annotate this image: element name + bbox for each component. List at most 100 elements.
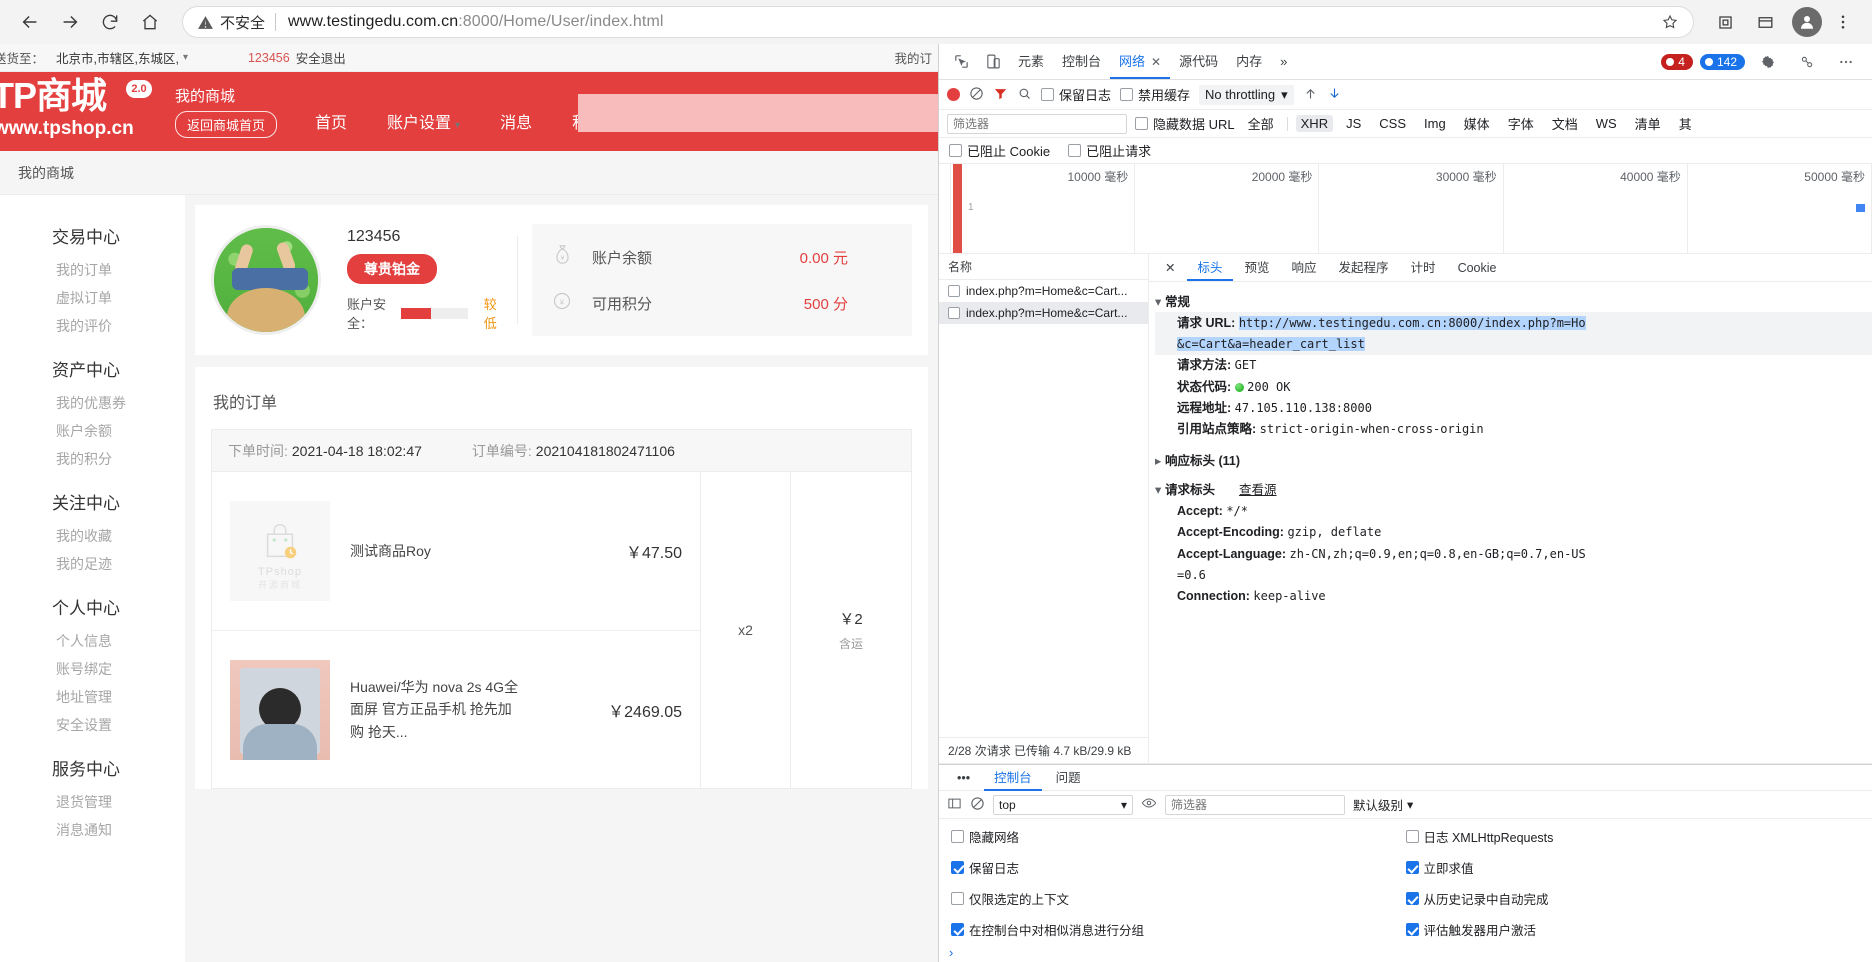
product-name[interactable]: 测试商品Roy [330,540,542,562]
filter-type-xhr[interactable]: XHR [1295,115,1334,132]
setting-user-activation[interactable]: 评估触发器用户激活 [1405,920,1861,939]
tab-sources[interactable]: 源代码 [1170,45,1227,79]
download-icon[interactable] [1327,86,1342,104]
sidebar-item-personal-info[interactable]: 个人信息 [0,627,185,655]
blocked-requests-checkbox[interactable]: 已阻止请求 [1068,141,1151,160]
sidebar-item-my-favorites[interactable]: 我的收藏 [0,522,185,550]
setting-preserve-log[interactable]: 保留日志 [951,858,1406,877]
avatar[interactable] [211,225,321,335]
nav-item-home[interactable]: 首页 [315,109,347,133]
filter-type-ws[interactable]: WS [1591,115,1622,132]
nav-item-account-settings[interactable]: 账户设置 ▾ [387,109,460,133]
sidebar-item-my-orders[interactable]: 我的订单 [0,256,185,284]
sidebar-item-account-balance[interactable]: 账户余额 [0,417,185,445]
forward-arrow-icon[interactable] [50,5,90,39]
sidebar-item-my-footprints[interactable]: 我的足迹 [0,550,185,578]
filter-type-media[interactable]: 媒体 [1459,113,1495,134]
filter-icon[interactable] [993,86,1008,104]
view-source-link[interactable]: 查看源 [1239,483,1277,497]
product-thumbnail-placeholder[interactable]: TPshop 开源商城 [230,501,330,601]
sidebar-item-account-binding[interactable]: 账号绑定 [0,655,185,683]
detail-tab-cookie[interactable]: Cookie [1448,255,1507,281]
home-icon[interactable] [130,5,170,39]
topbar-my-order[interactable]: 我的订 [894,48,932,67]
detail-tab-response[interactable]: 响应 [1282,255,1327,281]
throttling-select[interactable]: No throttling ▾ [1199,84,1294,105]
product-name[interactable]: Huawei/华为 nova 2s 4G全面屏 官方正品手机 抢先加购 抢天..… [330,676,542,743]
drawer-tab-console[interactable]: 控制台 [984,765,1042,791]
device-toolbar-icon[interactable] [977,48,1009,76]
request-checkbox[interactable] [948,285,960,297]
close-icon[interactable]: ✕ [1155,255,1185,281]
list-item[interactable]: index.php?m=Home&c=Cart... [939,302,1148,324]
network-timeline-overview[interactable]: 1 10000 毫秒 20000 毫秒 30000 毫秒 40000 毫秒 50… [939,164,1872,254]
error-count-badge[interactable]: 4 [1661,53,1693,70]
setting-hide-network[interactable]: 隐藏网络 [951,827,1406,846]
back-arrow-icon[interactable] [10,5,50,39]
sidebar-item-address-management[interactable]: 地址管理 [0,683,185,711]
topbar-username[interactable]: 123456 [248,51,290,65]
hide-data-urls-checkbox[interactable]: 隐藏数据 URL [1135,114,1235,133]
ship-to-city[interactable]: 北京市,市辖区,东城区, [56,48,179,67]
console-context-select[interactable]: top ▾ [993,794,1133,815]
detail-tab-preview[interactable]: 预览 [1235,255,1280,281]
console-sidebar-icon[interactable] [947,796,962,814]
product-thumbnail-photo[interactable] [230,659,330,760]
setting-autocomplete-history[interactable]: 从历史记录中自动完成 [1405,889,1861,908]
network-filter-input[interactable] [947,113,1127,134]
sidebar-item-my-reviews[interactable]: 我的评价 [0,312,185,340]
blocked-cookies-checkbox[interactable]: 已阻止 Cookie [949,141,1050,160]
filter-type-css[interactable]: CSS [1374,115,1411,132]
eye-icon[interactable] [1141,795,1157,814]
more-horizontal-icon[interactable]: ••• [947,765,980,791]
dock-side-icon[interactable] [1791,48,1823,76]
omnibox-actions[interactable] [1661,13,1679,31]
sidebar-item-message-notification[interactable]: 消息通知 [0,816,185,844]
setting-log-xhr[interactable]: 日志 XMLHttpRequests [1405,827,1861,846]
setting-group-similar[interactable]: 在控制台中对相似消息进行分组 [951,920,1406,939]
drawer-tab-issues[interactable]: 问题 [1046,765,1091,791]
more-vertical-icon[interactable] [1824,5,1862,39]
setting-selected-context-only[interactable]: 仅限选定的上下文 [951,889,1406,908]
site-logo[interactable]: TP商城 2.0 www.tpshop.cn [0,72,175,151]
detail-tab-headers[interactable]: 标头 [1187,255,1233,281]
clear-icon[interactable] [969,86,984,104]
message-count-badge[interactable]: 142 [1699,53,1745,70]
back-to-mall-button[interactable]: 返回商城首页 [175,111,278,138]
console-filter-input[interactable] [1165,794,1345,815]
close-icon[interactable]: ✕ [1151,55,1161,69]
setting-eager-eval[interactable]: 立即求值 [1405,858,1861,877]
sidebar-item-return-management[interactable]: 退货管理 [0,788,185,816]
clear-console-icon[interactable] [970,796,985,814]
sidebar-item-virtual-orders[interactable]: 虚拟订单 [0,284,185,312]
gear-icon[interactable] [1752,48,1784,76]
reload-icon[interactable] [90,5,130,39]
request-headers-section[interactable]: ▾ 请求标头 查看源 [1155,479,1872,498]
collections-icon[interactable] [1706,5,1744,39]
tab-overflow-icon[interactable]: » [1271,45,1296,79]
filter-type-manifest[interactable]: 清单 [1630,113,1666,134]
filter-type-all[interactable]: 全部 [1243,113,1279,134]
search-input[interactable] [578,94,938,132]
disable-cache-checkbox[interactable]: 禁用缓存 [1120,85,1190,104]
tab-network[interactable]: 网络 ✕ [1110,45,1171,79]
address-bar[interactable]: 不安全 www.testingedu.com.cn:8000/Home/User… [182,6,1694,38]
general-section-header[interactable]: ▾ 常规 [1155,291,1872,310]
response-headers-section[interactable]: ▸ 响应标头 (11) [1155,450,1872,469]
more-vertical-icon[interactable] [1830,48,1862,76]
record-icon[interactable] [947,88,960,101]
logout-link[interactable]: 安全退出 [296,48,346,67]
nav-item-messages[interactable]: 消息 [500,109,532,133]
upload-icon[interactable] [1303,86,1318,104]
detail-tab-timing[interactable]: 计时 [1401,255,1446,281]
search-icon[interactable] [1017,86,1032,104]
tab-console[interactable]: 控制台 [1053,45,1110,79]
detail-tab-initiator[interactable]: 发起程序 [1329,255,1399,281]
sidebar-item-my-coupons[interactable]: 我的优惠券 [0,389,185,417]
list-item[interactable]: index.php?m=Home&c=Cart... [939,280,1148,302]
sidebar-item-my-points[interactable]: 我的积分 [0,445,185,473]
filter-type-js[interactable]: JS [1341,115,1366,132]
filter-type-other[interactable]: 其 [1674,113,1697,134]
sidebar-item-security-settings[interactable]: 安全设置 [0,711,185,739]
console-level-select[interactable]: 默认级别 ▾ [1353,795,1413,814]
